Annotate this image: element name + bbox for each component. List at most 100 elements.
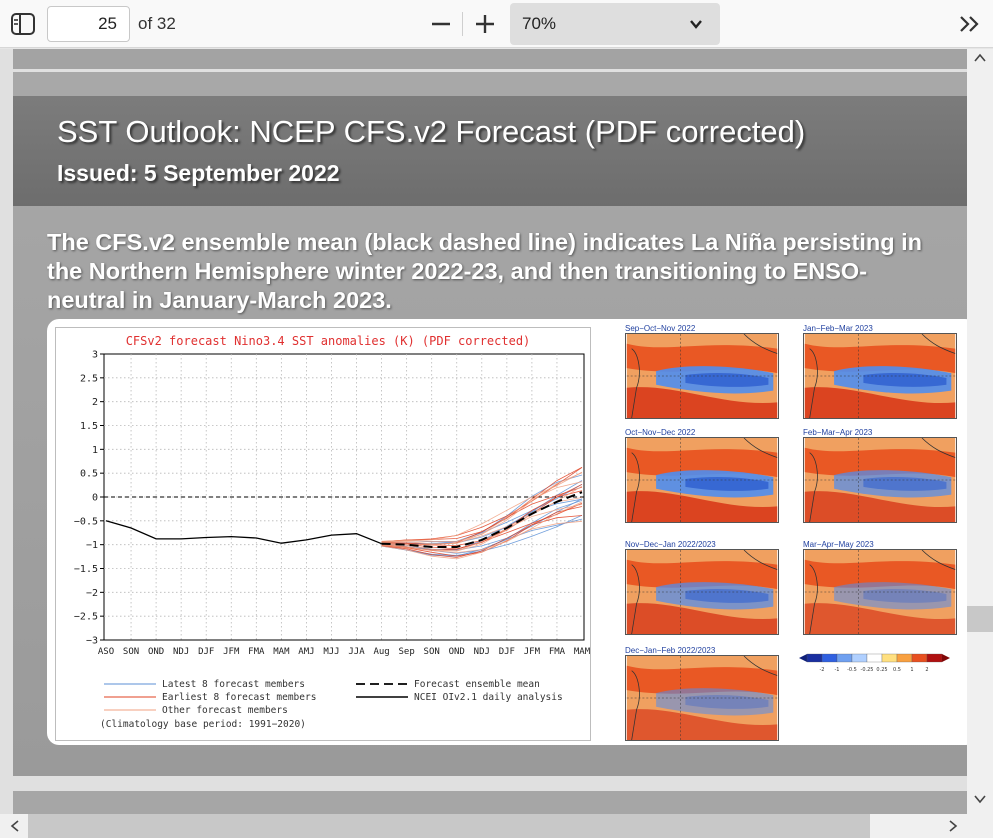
x-tick-label: OND	[148, 647, 164, 657]
sst-map-panel: Feb−Mar−Apr 2023	[803, 428, 957, 523]
legend-mean: Forecast ensemble mean	[414, 679, 540, 690]
scroll-down-icon[interactable]	[974, 794, 986, 804]
scroll-right-icon[interactable]	[948, 820, 958, 832]
slide-body-line: the Northern Hemisphere winter 2022-23, …	[47, 258, 868, 284]
slide-body-text: The CFS.v2 ensemble mean (black dashed l…	[47, 228, 967, 315]
x-tick-label: AMJ	[298, 647, 314, 657]
x-axis-ticks: ASO SON OND NDJ DJF JFM FMA MAM AMJ MJJ JJA Aug Sep S…	[98, 647, 591, 657]
sst-anomaly-map	[625, 333, 779, 419]
svg-text:0.25: 0.25	[876, 667, 887, 673]
legend-latest: Latest 8 forecast members	[162, 679, 305, 690]
x-tick-label: FMA	[248, 647, 265, 657]
sst-map-panel: Nov−Dec−Jan 2022/2023	[625, 540, 779, 635]
x-tick-label: OND	[449, 647, 465, 657]
scroll-left-icon[interactable]	[10, 820, 20, 832]
slide-header: SST Outlook: NCEP CFS.v2 Forecast (PDF c…	[13, 96, 967, 206]
sidebar-toggle-icon[interactable]	[10, 12, 36, 36]
slide-issued-date: Issued: 5 September 2022	[57, 160, 340, 186]
next-page-edge	[13, 791, 967, 814]
chart-title: CFSv2 forecast Nino3.4 SST anomalies (K)…	[126, 334, 531, 348]
svg-text:-0.25: -0.25	[861, 667, 874, 673]
sst-map-title: Oct−Nov−Dec 2022	[625, 428, 696, 437]
x-tick-label: JFM	[223, 647, 240, 657]
sst-map-title: Nov−Dec−Jan 2022/2023	[625, 540, 716, 549]
horizontal-scroll-thumb[interactable]	[28, 814, 870, 838]
y-tick-label: −0.5	[74, 516, 98, 527]
legend-analysis: NCEI OIv2.1 daily analysis	[414, 692, 563, 703]
y-tick-label: 0.5	[80, 469, 98, 480]
vertical-scrollbar[interactable]	[967, 49, 993, 814]
y-tick-label: 2.5	[80, 373, 98, 384]
svg-text:-2: -2	[820, 667, 825, 673]
page-number-input[interactable]	[47, 6, 130, 42]
sst-map-title: Dec−Jan−Feb 2022/2023	[625, 646, 716, 655]
sst-map-panel: Mar−Apr−May 2023	[803, 540, 957, 635]
sst-map-panel: Jan−Feb−Mar 2023	[803, 324, 957, 419]
y-tick-label: −3	[86, 636, 98, 647]
x-tick-label: Sep	[398, 647, 414, 657]
previous-page-edge	[13, 49, 967, 69]
x-tick-label: JJA	[348, 647, 365, 657]
nino34-chart: CFSv2 forecast Nino3.4 SST anomalies (K)…	[55, 327, 591, 741]
y-tick-label: 1.5	[80, 421, 98, 432]
pdf-toolbar: of 32 70%	[0, 0, 993, 48]
x-tick-label: MAM	[273, 647, 290, 657]
y-tick-label: −1.5	[74, 564, 98, 575]
svg-text:-1: -1	[835, 667, 840, 673]
y-tick-label: 1	[92, 445, 98, 456]
scroll-up-icon[interactable]	[974, 53, 986, 63]
slide-body-line: The CFS.v2 ensemble mean (black dashed l…	[47, 229, 922, 255]
climatology-note: (Climatology base period: 1991−2020)	[100, 719, 306, 730]
sst-map-panel: Dec−Jan−Feb 2022/2023	[625, 646, 779, 741]
x-tick-label: ASO	[98, 647, 114, 657]
y-tick-label: −2	[86, 588, 98, 599]
x-tick-label: SON	[424, 647, 440, 657]
sst-colorbar-svg: -2 -1 -0.5 -0.25 0.25 0.5 1 2	[799, 653, 950, 673]
x-tick-label: DJF	[198, 647, 214, 657]
legend-earliest: Earliest 8 forecast members	[162, 692, 316, 703]
sst-map-title: Feb−Mar−Apr 2023	[803, 428, 873, 437]
zoom-select[interactable]: 70%	[510, 3, 720, 45]
horizontal-scrollbar[interactable]	[0, 814, 993, 838]
figure-panel: CFSv2 forecast Nino3.4 SST anomalies (K)…	[47, 319, 967, 745]
y-tick-label: 0	[92, 493, 98, 504]
sst-map-title: Jan−Feb−Mar 2023	[803, 324, 873, 333]
y-tick-label: 3	[92, 350, 98, 361]
chevron-down-icon	[690, 20, 702, 29]
toolbar-divider	[462, 12, 463, 36]
vertical-scroll-thumb[interactable]	[967, 606, 993, 632]
x-tick-label: Aug	[373, 647, 389, 657]
x-tick-label: SON	[123, 647, 139, 657]
svg-text:0.5: 0.5	[893, 667, 901, 673]
zoom-value: 70%	[522, 14, 557, 33]
sst-anomaly-map	[625, 549, 779, 635]
y-tick-label: −1	[86, 540, 98, 551]
x-tick-label: MAM	[574, 647, 591, 657]
nino34-chart-svg: CFSv2 forecast Nino3.4 SST anomalies (K)…	[74, 334, 591, 730]
more-tools-icon[interactable]	[956, 12, 982, 36]
x-tick-label: NDJ	[474, 647, 490, 657]
sst-anomaly-map	[803, 437, 957, 523]
legend-other: Other forecast members	[162, 705, 288, 716]
x-tick-label: DJF	[499, 647, 515, 657]
slide-body-line: neutral in January-March 2023.	[47, 287, 392, 313]
x-tick-label: JFM	[524, 647, 541, 657]
page-total-label: of 32	[138, 14, 176, 33]
y-tick-label: 2	[92, 397, 98, 408]
sst-anomaly-map	[625, 655, 779, 741]
zoom-out-icon[interactable]	[428, 10, 454, 38]
sst-anomaly-map	[803, 549, 957, 635]
sst-colorbar: -2 -1 -0.5 -0.25 0.25 0.5 1 2	[797, 653, 957, 675]
svg-text:1: 1	[910, 667, 913, 673]
x-tick-label: FMA	[549, 647, 566, 657]
pdf-page: SST Outlook: NCEP CFS.v2 Forecast (PDF c…	[13, 72, 967, 776]
x-tick-label: NDJ	[173, 647, 189, 657]
svg-text:2: 2	[925, 667, 928, 673]
y-tick-label: −2.5	[74, 612, 98, 623]
y-axis-ticks: 3 2.5 2 1.5 1 0.5 0 −0.5 −1 −1.5 −2 −2.5 −3	[74, 350, 104, 647]
zoom-in-icon[interactable]	[472, 10, 498, 38]
slide-title: SST Outlook: NCEP CFS.v2 Forecast (PDF c…	[57, 114, 806, 149]
document-viewer[interactable]: SST Outlook: NCEP CFS.v2 Forecast (PDF c…	[0, 49, 967, 814]
sst-map-title: Mar−Apr−May 2023	[803, 540, 874, 549]
sst-anomaly-map	[625, 437, 779, 523]
